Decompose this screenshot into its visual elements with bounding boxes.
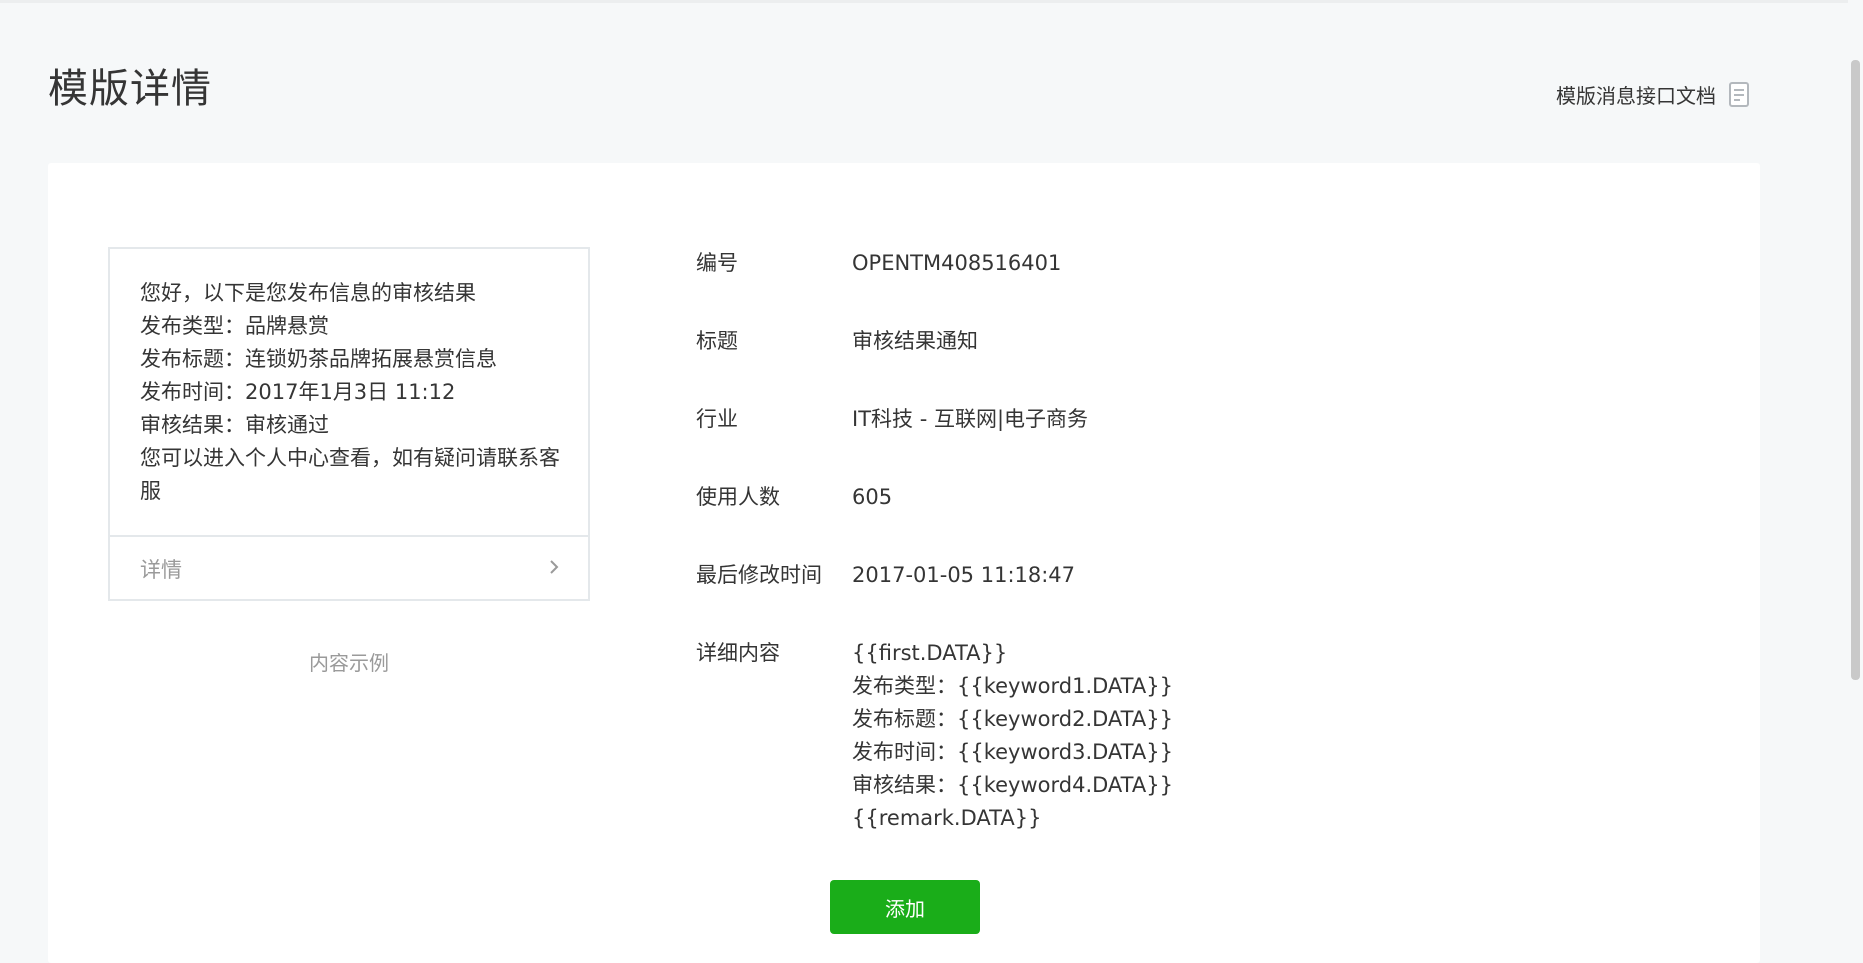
industry-value: IT科技 - 互联网|电子商务 xyxy=(852,407,1089,431)
content-line: 发布时间：{{keyword3.DATA}} xyxy=(852,740,1173,764)
preview-details-label: 详情 xyxy=(140,558,182,582)
preview-line: 发布类型：品牌悬赏 xyxy=(140,314,329,338)
users-value: 605 xyxy=(852,485,893,509)
row-title: 标题 审核结果通知 xyxy=(696,325,1396,358)
content-label: 详细内容 xyxy=(696,641,780,665)
number-value: OPENTM408516401 xyxy=(852,251,1062,275)
scrollbar-thumb[interactable] xyxy=(1851,60,1860,680)
content-line: 审核结果：{{keyword4.DATA}} xyxy=(852,773,1173,797)
preview-line: 发布标题：连锁奶茶品牌拓展悬赏信息 xyxy=(140,347,497,371)
content-line: {{remark.DATA}} xyxy=(852,806,1042,830)
number-label: 编号 xyxy=(696,251,738,275)
preview-details-link[interactable]: 详情 xyxy=(110,535,588,601)
content-line: {{first.DATA}} xyxy=(852,641,1008,665)
users-label: 使用人数 xyxy=(696,485,780,509)
content-value: {{first.DATA}} 发布类型：{{keyword1.DATA}} 发布… xyxy=(852,637,1173,835)
row-users: 使用人数 605 xyxy=(696,481,1396,514)
template-detail-card: 您好，以下是您发布信息的审核结果 发布类型：品牌悬赏 发布标题：连锁奶茶品牌拓展… xyxy=(48,163,1760,963)
chevron-right-icon xyxy=(548,557,560,581)
row-industry: 行业 IT科技 - 互联网|电子商务 xyxy=(696,403,1396,436)
modified-value: 2017-01-05 11:18:47 xyxy=(852,563,1076,587)
preview-body: 您好，以下是您发布信息的审核结果 发布类型：品牌悬赏 发布标题：连锁奶茶品牌拓展… xyxy=(110,249,588,533)
content-line: 发布标题：{{keyword2.DATA}} xyxy=(852,707,1173,731)
top-border xyxy=(0,0,1863,3)
row-content: 详细内容 {{first.DATA}} 发布类型：{{keyword1.DATA… xyxy=(696,637,1396,835)
page-scrollbar[interactable] xyxy=(1848,0,1863,943)
industry-label: 行业 xyxy=(696,407,738,431)
add-button[interactable]: 添加 xyxy=(830,880,980,934)
page-title: 模版详情 xyxy=(48,66,212,112)
row-modified: 最后修改时间 2017-01-05 11:18:47 xyxy=(696,559,1396,592)
preview-caption: 内容示例 xyxy=(309,651,389,675)
preview-line: 您可以进入个人中心查看，如有疑问请联系客服 xyxy=(140,446,560,503)
template-api-doc-link[interactable]: 模版消息接口文档 xyxy=(1556,80,1752,109)
preview-line: 您好，以下是您发布信息的审核结果 xyxy=(140,281,476,305)
document-icon xyxy=(1728,81,1752,108)
row-number: 编号 OPENTM408516401 xyxy=(696,247,1396,280)
message-preview: 您好，以下是您发布信息的审核结果 发布类型：品牌悬赏 发布标题：连锁奶茶品牌拓展… xyxy=(108,247,590,601)
doc-link-label: 模版消息接口文档 xyxy=(1556,84,1716,108)
title-label: 标题 xyxy=(696,329,738,353)
modified-label: 最后修改时间 xyxy=(696,563,822,587)
content-line: 发布类型：{{keyword1.DATA}} xyxy=(852,674,1173,698)
title-value: 审核结果通知 xyxy=(852,329,978,353)
preview-line: 发布时间：2017年1月3日 11:12 xyxy=(140,380,456,404)
preview-line: 审核结果：审核通过 xyxy=(140,413,329,437)
